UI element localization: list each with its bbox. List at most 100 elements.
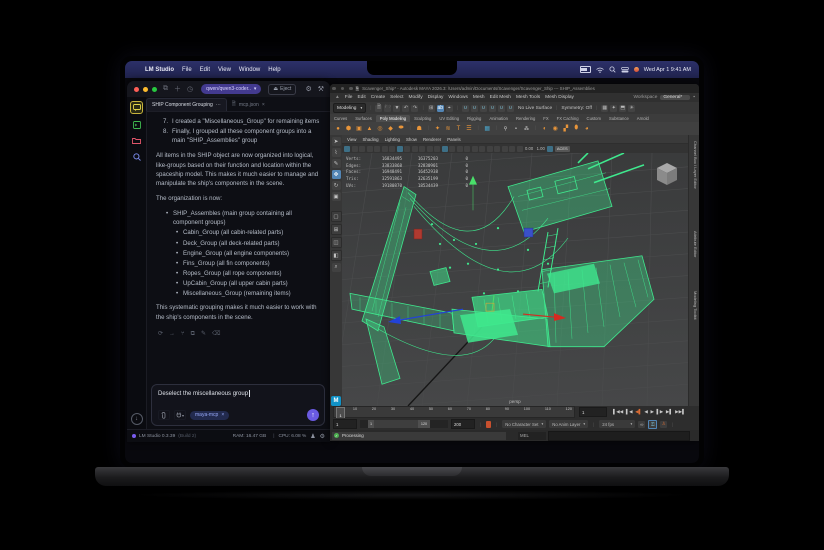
shelf-tab-rendering[interactable]: Rendering	[512, 115, 539, 122]
chat-input-text[interactable]: Deselect the miscellaneous group	[158, 390, 318, 397]
shelf-tab-uv-editing[interactable]: UV Editing	[435, 115, 463, 122]
panel-menu-lighting[interactable]: Lighting	[385, 137, 400, 142]
type-icon[interactable]: ☰	[465, 125, 473, 133]
boolean-union-icon[interactable]: ◐	[541, 125, 549, 133]
smooth-icon[interactable]: ◕	[583, 125, 591, 133]
menu-display[interactable]: Display	[428, 95, 444, 100]
tab-ship-component-grouping[interactable]: SHIP Component Grouping ⋯	[146, 98, 227, 111]
panel-menu-shading[interactable]: Shading	[362, 137, 378, 142]
set-key-icon[interactable]	[486, 421, 491, 428]
shelf-tab-fx-caching[interactable]: FX Caching	[553, 115, 583, 122]
auto-key-icon[interactable]: ⚿	[648, 420, 657, 429]
combine-icon[interactable]: ▞	[562, 125, 570, 133]
select-tool-icon[interactable]: ➤	[332, 137, 341, 146]
regenerate-icon[interactable]: ⟳	[158, 330, 163, 339]
move-tool-icon[interactable]: ✥	[332, 170, 341, 179]
model-selector[interactable]: qwen/qwen3-coder.. ▾	[201, 84, 261, 94]
shelf-tab-arnold[interactable]: Arnold	[633, 115, 653, 122]
eject-model-button[interactable]: ⏏ Eject	[268, 84, 296, 95]
menubar-item-file[interactable]: File	[182, 67, 192, 73]
render-icon[interactable]: ▦	[601, 105, 608, 112]
shelf-tab-sculpting[interactable]: Sculpting	[410, 115, 435, 122]
zoom-button[interactable]	[152, 87, 157, 92]
scale-tool-icon[interactable]: ▣	[332, 192, 341, 201]
go-to-end-button[interactable]: ▶▶▌	[675, 409, 685, 415]
settings-gear-icon[interactable]: ⚙	[320, 433, 325, 440]
status-app-icon[interactable]	[634, 67, 639, 72]
magnet-icon[interactable]: ∪	[471, 105, 478, 112]
poly-disc-icon[interactable]: ⬬	[397, 125, 405, 133]
texture-icon[interactable]: ⬒	[619, 105, 626, 112]
history-icon[interactable]: ◷	[187, 85, 193, 93]
snap-grid-icon[interactable]: ⊞	[428, 105, 435, 112]
attach-icon[interactable]	[158, 410, 170, 420]
zoom-tool-icon[interactable]: ⌕	[332, 263, 341, 272]
poly-cube-icon[interactable]: ⬢	[345, 125, 353, 133]
paint-select-tool-icon[interactable]: ✎	[332, 159, 341, 168]
shelf-tab-curves[interactable]: Curves	[330, 115, 351, 122]
close-button[interactable]	[332, 87, 336, 91]
maya-mcp-badge[interactable]: maya-mcp ×	[190, 411, 229, 420]
live-surface-selector[interactable]: No Live Surface	[518, 106, 552, 111]
developer-tab-icon[interactable]	[131, 119, 142, 130]
layout-four-icon[interactable]: ⊞	[331, 224, 342, 235]
platonic-icon[interactable]: ✦	[434, 125, 442, 133]
menu-modify[interactable]: Modify	[409, 95, 423, 100]
my-models-tab-icon[interactable]	[131, 135, 142, 146]
poly-cone-icon[interactable]: ▲	[366, 125, 374, 133]
current-frame-field[interactable]: 1	[579, 407, 607, 417]
lock-icon[interactable]: ▪	[693, 95, 695, 100]
play-backwards-button[interactable]: ◀	[644, 409, 648, 415]
close-tab-icon[interactable]: ×	[262, 102, 265, 108]
menu-file[interactable]: File	[345, 95, 353, 100]
menu-create[interactable]: Create	[371, 95, 385, 100]
fps-selector[interactable]: 24 fps▾	[599, 420, 635, 428]
range-end-handle[interactable]: 120	[418, 420, 430, 428]
rotate-tool-icon[interactable]: ↻	[332, 181, 341, 190]
layout-outliner-icon[interactable]: ◧	[331, 250, 342, 261]
timeline-track[interactable]: 010 2030 4050 6070 8090 100110 120 1	[333, 406, 575, 418]
shelf-tab-animation[interactable]: Animation	[485, 115, 512, 122]
poly-plane-icon[interactable]: ◆	[387, 125, 395, 133]
workspace-selector[interactable]: General*	[660, 95, 690, 100]
colorspace-icon[interactable]	[547, 146, 553, 152]
copy-icon[interactable]: ⧉	[191, 330, 195, 339]
layout-single-icon[interactable]: ▢	[331, 211, 342, 222]
magnet-icon[interactable]: ∪	[507, 105, 514, 112]
discover-tab-icon[interactable]	[131, 151, 142, 162]
chat-input-box[interactable]: Deselect the miscellaneous group ▾ maya-…	[151, 384, 325, 426]
joint-icon[interactable]: ⚲	[502, 125, 510, 133]
range-slider-track[interactable]: 1 120	[360, 420, 448, 428]
chat-transcript[interactable]: 7. I created a "Miscellaneous_Group" for…	[146, 112, 330, 382]
range-start-handle[interactable]: 1	[368, 420, 374, 428]
badge-close-icon[interactable]: ×	[221, 412, 224, 418]
gamma-value[interactable]: 1.00	[537, 146, 545, 151]
mel-input-field[interactable]	[548, 431, 690, 441]
text-tool-icon[interactable]: T	[455, 125, 463, 133]
snap-point-icon[interactable]: ⌖	[446, 105, 453, 112]
menu-mesh-display[interactable]: Mesh Display	[545, 95, 574, 100]
open-scene-icon[interactable]: 🗁	[384, 105, 391, 112]
skeleton-icon[interactable]: ⁂	[523, 125, 531, 133]
undo-icon[interactable]: ↶	[402, 105, 409, 112]
panel-menu-renderer[interactable]: Renderer	[423, 137, 441, 142]
downloads-icon[interactable]: ↓	[131, 413, 143, 425]
menubar-item-edit[interactable]: Edit	[200, 67, 210, 73]
poly-torus-icon[interactable]: ◎	[376, 125, 384, 133]
layout-split-icon[interactable]: ◫	[331, 237, 342, 248]
menu-edit-mesh[interactable]: Edit Mesh	[490, 95, 511, 100]
table-icon[interactable]: ▦	[483, 125, 491, 133]
save-scene-icon[interactable]: ▼	[393, 105, 400, 112]
plug-tools-icon[interactable]: ▾	[174, 410, 186, 420]
continue-icon[interactable]: →	[169, 330, 175, 339]
menu-mesh-tools[interactable]: Mesh Tools	[516, 95, 540, 100]
go-to-start-button[interactable]: ▌◀◀	[613, 409, 623, 415]
magnet-icon[interactable]: ∪	[480, 105, 487, 112]
step-forward-frame-button[interactable]: ▶▌	[666, 409, 673, 415]
separate-icon[interactable]: ⬮	[572, 125, 580, 133]
tab-modeling-toolkit[interactable]: Modeling Toolkit	[693, 291, 698, 320]
menu-windows[interactable]: Windows	[448, 95, 467, 100]
magnet-icon[interactable]: ∪	[462, 105, 469, 112]
step-back-frame-button[interactable]: ▌◀	[626, 409, 633, 415]
menu-set-selector[interactable]: Modeling ▾	[333, 103, 366, 113]
